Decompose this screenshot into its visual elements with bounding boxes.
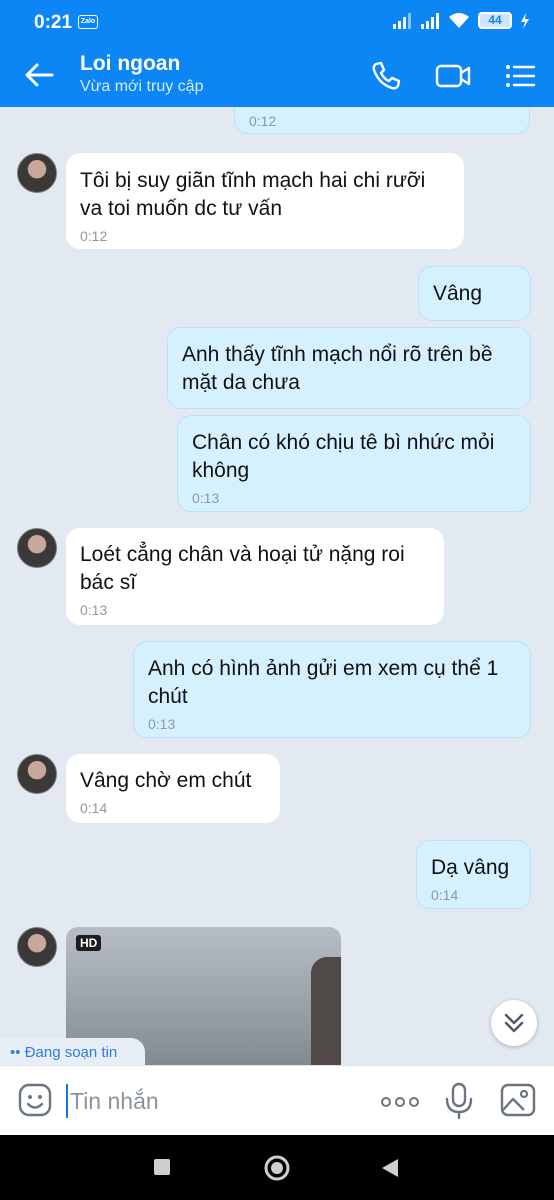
message-text: Chân có khó chịu tê bì nhức mỏi không [192,431,495,482]
phone-call-icon[interactable] [368,58,404,94]
typing-indicator: •• Đang soạn tin [0,1038,145,1068]
composer-bar [0,1065,554,1135]
typing-text: Đang soạn tin [24,1044,118,1061]
message-bubble-in[interactable]: Tôi bị suy giãn tĩnh mạch hai chi rưỡi v… [66,153,464,249]
message-time: 0:13 [148,716,176,732]
message-time: 0:13 [80,602,108,618]
message-time: 0:12 [249,113,277,129]
contact-name[interactable]: Loi ngoan [80,52,180,76]
message-bubble-out[interactable]: 0:12 [234,107,530,134]
message-time: 0:12 [80,228,108,244]
double-chevron-down-icon [504,1013,524,1033]
video-call-icon[interactable] [435,58,471,94]
message-list[interactable]: 0:12 Tôi bị suy giãn tĩnh mạch hai chi r… [0,107,554,1065]
more-options-icon[interactable] [380,1096,420,1108]
contact-status: Vừa mới truy cập [80,78,204,95]
emoji-sticker-icon[interactable] [17,1082,53,1118]
message-text: Tôi bị suy giãn tĩnh mạch hai chi rưỡi v… [80,169,426,220]
message-bubble-out[interactable]: Vâng [418,266,531,321]
status-indicators: 44 [392,12,530,29]
message-text: Loét cẳng chân và hoại tử nặng roi bác s… [80,543,405,594]
charging-icon [521,12,529,29]
typing-dots-icon: •• [10,1044,21,1061]
home-circle-icon[interactable] [263,1154,291,1182]
hd-badge: HD [76,935,102,951]
message-text: Dạ vâng [431,856,510,879]
contact-avatar[interactable] [17,153,57,193]
message-bubble-out[interactable]: Chân có khó chịu tê bì nhức mỏi không 0:… [177,415,531,512]
status-bar: 0:21 Zalo 44 [0,0,554,44]
wifi-icon [449,13,469,28]
signal-icon [393,12,411,29]
message-time: 0:13 [192,490,220,506]
message-text: Vâng chờ em chút [80,769,252,792]
message-text: Vâng [433,282,483,305]
message-bubble-out[interactable]: Anh có hình ảnh gửi em xem cụ thể 1 chút… [133,641,531,738]
message-text: Anh có hình ảnh gửi em xem cụ thể 1 chút [148,657,499,708]
message-text: Anh thấy tĩnh mạch nổi rõ trên bề mặt da… [182,343,493,394]
microphone-icon[interactable] [443,1082,475,1120]
battery-indicator: 44 [478,12,512,29]
message-bubble-in[interactable]: Vâng chờ em chút 0:14 [66,754,280,823]
recents-square-icon[interactable] [153,1158,171,1176]
contact-avatar[interactable] [17,528,57,568]
status-time: 0:21 [34,12,73,33]
chat-header: Loi ngoan Vừa mới truy cập [0,44,554,107]
message-bubble-out[interactable]: Anh thấy tĩnh mạch nổi rõ trên bề mặt da… [167,327,531,409]
back-arrow-icon[interactable] [22,58,56,92]
contact-avatar[interactable] [17,754,57,794]
back-triangle-icon[interactable] [380,1157,400,1179]
zalo-app-badge: Zalo [78,15,98,29]
scroll-to-bottom-button[interactable] [491,1000,537,1046]
message-time: 0:14 [431,887,459,903]
photo-content [311,957,341,1065]
message-bubble-in[interactable]: Loét cẳng chân và hoại tử nặng roi bác s… [66,528,444,625]
contact-avatar[interactable] [17,927,57,967]
message-time: 0:14 [80,800,108,816]
message-input[interactable] [66,1084,346,1118]
system-nav-bar [0,1135,554,1200]
image-gallery-icon[interactable] [500,1083,536,1117]
message-bubble-out[interactable]: Dạ vâng 0:14 [416,840,531,909]
signal-icon-2 [421,12,439,29]
menu-list-icon[interactable] [502,58,538,94]
